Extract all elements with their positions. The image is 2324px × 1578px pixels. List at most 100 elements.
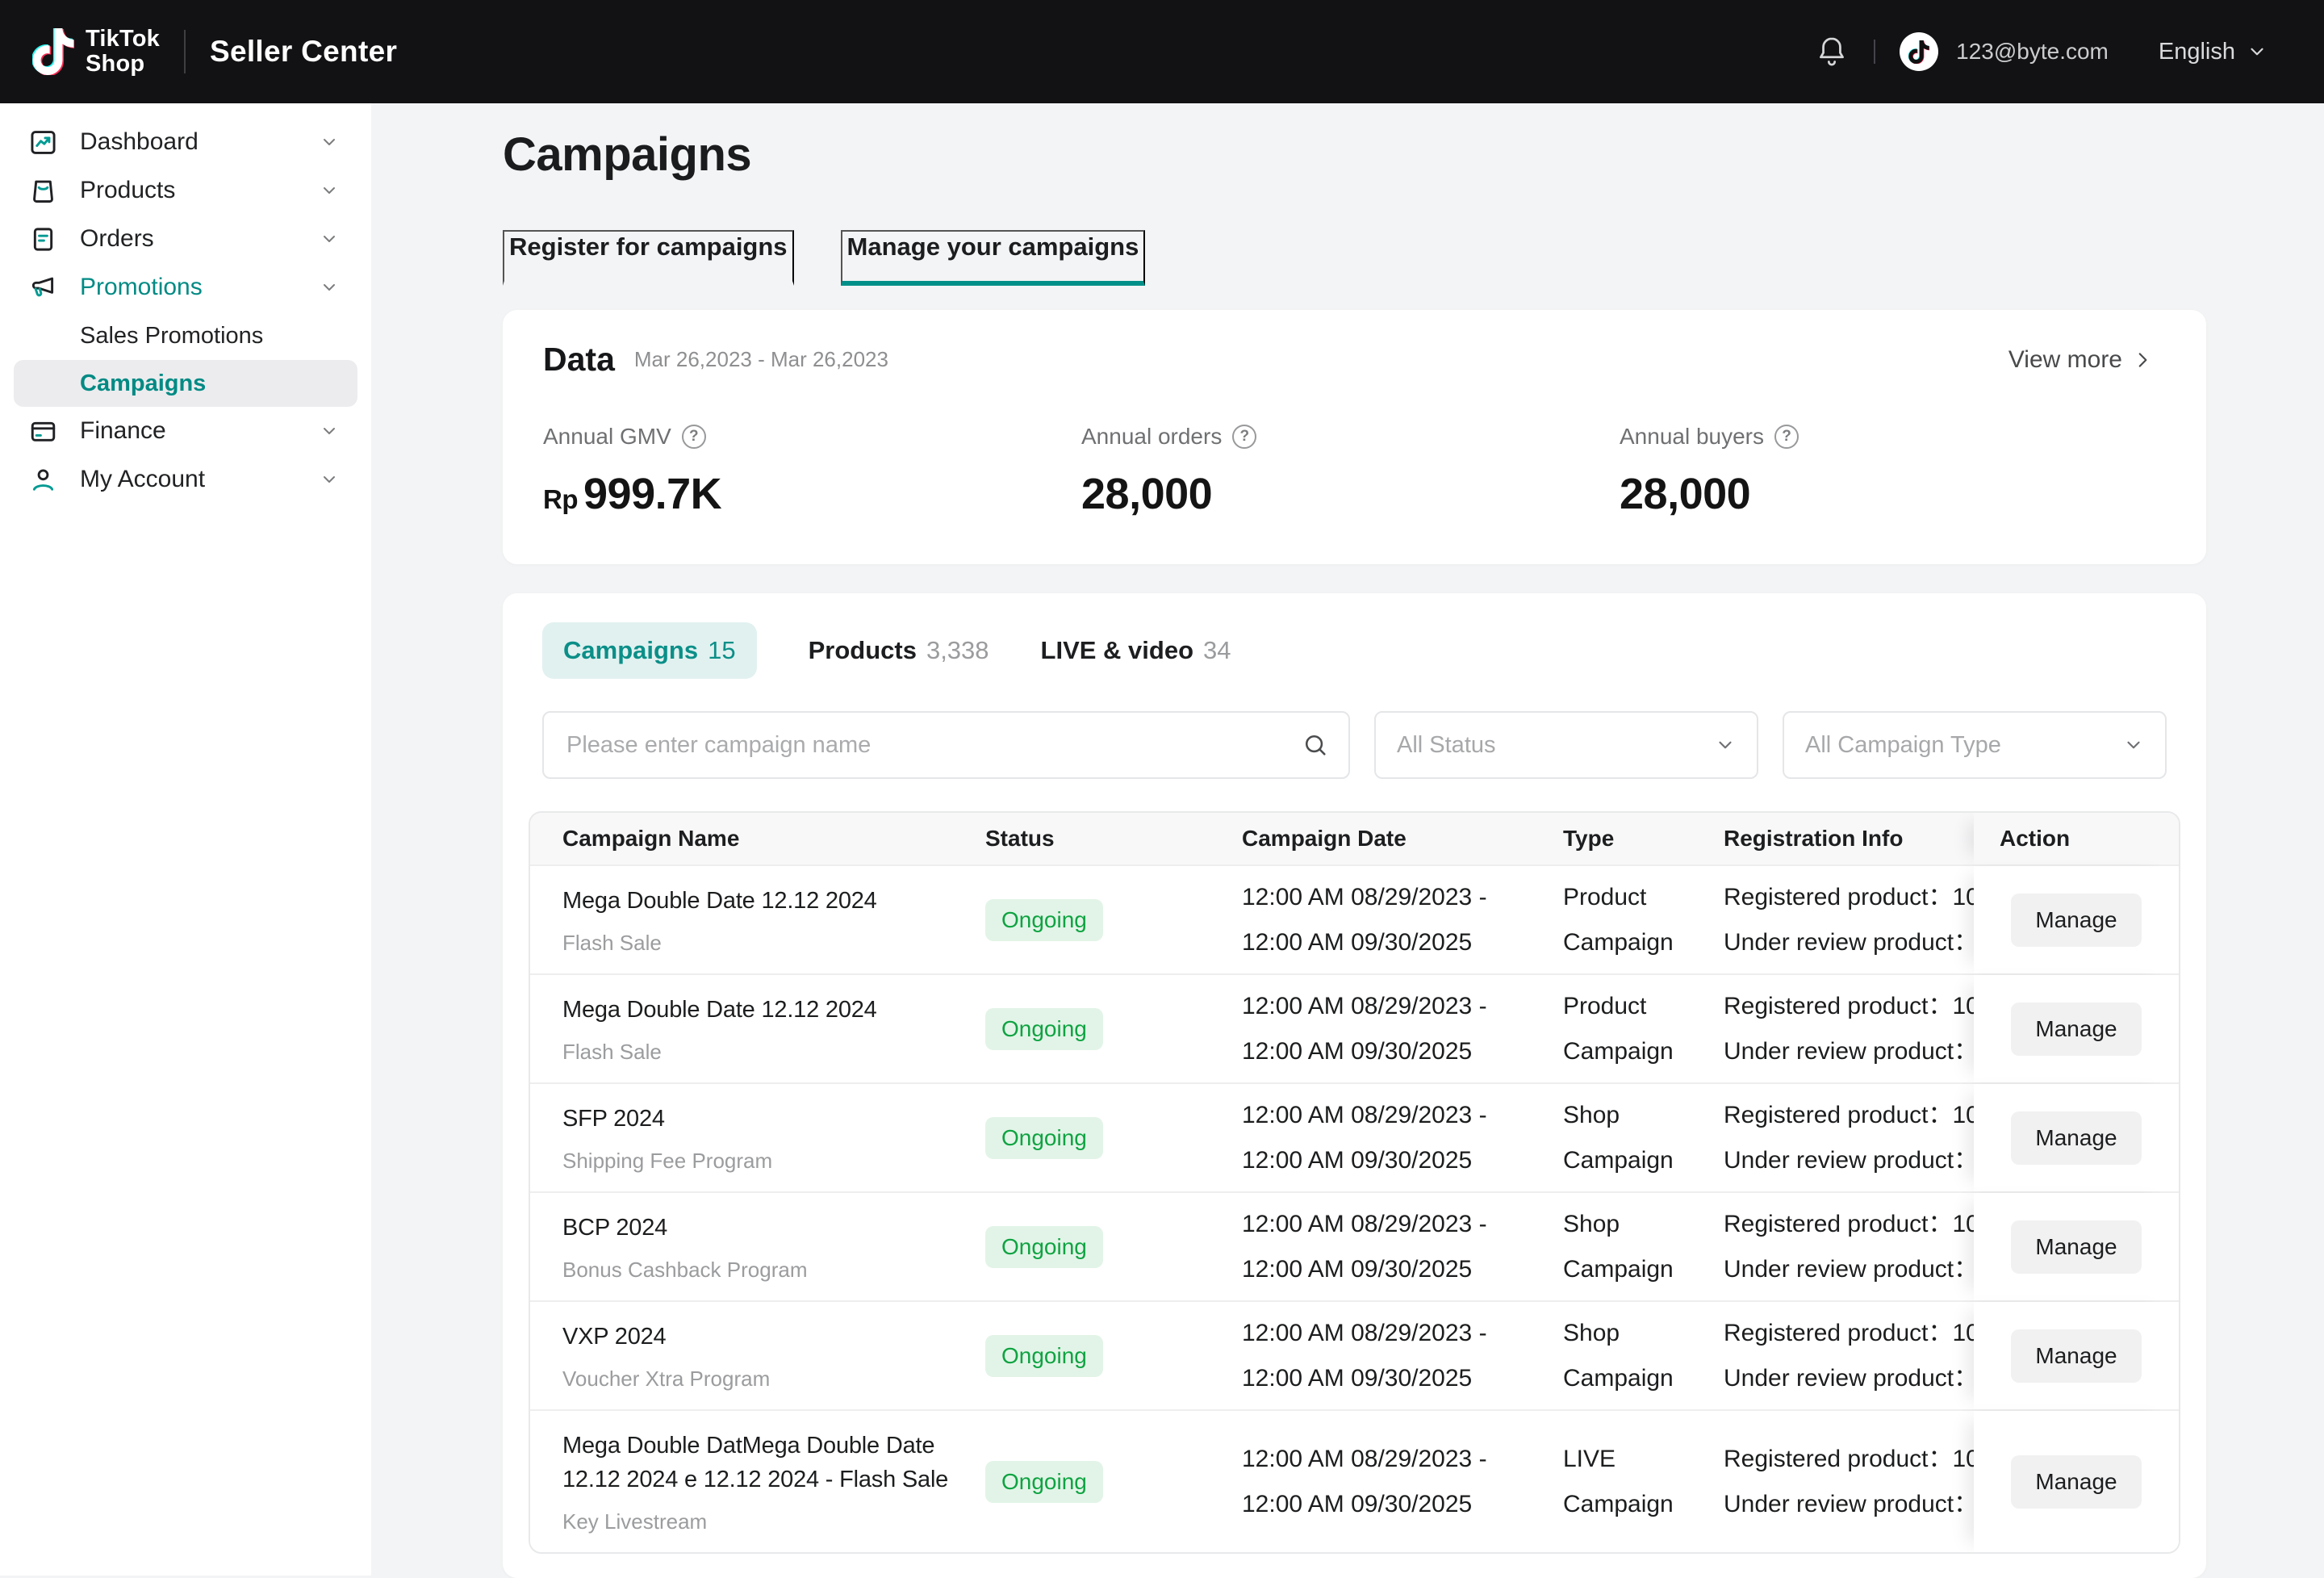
table-row: Mega Double Date 12.12 2024 Flash Sale O… — [530, 864, 2179, 973]
campaign-date: 12:00 AM 08/29/2023 - 12:00 AM 09/30/202… — [1242, 1093, 1563, 1182]
campaign-date: 12:00 AM 08/29/2023 - 12:00 AM 09/30/202… — [1242, 1202, 1563, 1291]
sidebar-subitem-label: Campaigns — [80, 370, 206, 397]
sidebar-item-finance[interactable]: Finance — [0, 407, 371, 455]
tab-products[interactable]: Products 3,338 — [809, 622, 989, 679]
metric-label: Annual orders — [1081, 424, 1222, 450]
status-badge: Ongoing — [985, 1008, 1103, 1050]
product-title: Seller Center — [210, 35, 397, 69]
tab-count: 15 — [708, 636, 735, 665]
chevron-down-icon — [320, 229, 339, 249]
bell-icon — [1814, 34, 1850, 69]
campaign-date: 12:00 AM 08/29/2023 - 12:00 AM 09/30/202… — [1242, 875, 1563, 965]
language-selector[interactable]: English — [2154, 38, 2272, 66]
tab-register-for-campaigns[interactable]: Register for campaigns — [503, 230, 794, 286]
account-menu[interactable]: 123@byte.com — [1900, 32, 2109, 71]
manage-button[interactable]: Manage — [2011, 1220, 2141, 1274]
campaign-subtitle: Flash Sale — [562, 1040, 982, 1065]
sidebar-item-label: Products — [80, 177, 175, 204]
column-action: Action — [1974, 813, 2179, 864]
status-badge: Ongoing — [985, 1117, 1103, 1159]
campaign-date: 12:00 AM 08/29/2023 - 12:00 AM 09/30/202… — [1242, 1437, 1563, 1526]
registration-info: Registered product：100 Under review prod… — [1724, 984, 1974, 1074]
sidebar-item-label: Orders — [80, 225, 154, 253]
filter-row: All Status All Campaign Type — [542, 711, 2167, 779]
sidebar: Dashboard Products — [0, 103, 371, 1576]
help-icon[interactable]: ? — [1232, 425, 1256, 449]
sidebar-item-sales-promotions[interactable]: Sales Promotions — [0, 312, 371, 360]
orders-icon — [28, 224, 58, 254]
table-row: Mega Double Date 12.12 2024 Flash Sale O… — [530, 973, 2179, 1082]
search-input[interactable] — [542, 711, 1350, 779]
sidebar-item-promotions[interactable]: Promotions — [0, 263, 371, 312]
table-row: VXP 2024 Voucher Xtra Program Ongoing 12… — [530, 1300, 2179, 1409]
data-card: Data Mar 26,2023 - Mar 26,2023 View more… — [503, 310, 2206, 564]
campaign-name: BCP 2024 — [562, 1211, 982, 1245]
page-title: Campaigns — [503, 128, 2206, 182]
tab-live-video[interactable]: LIVE & video 34 — [1041, 622, 1231, 679]
help-icon[interactable]: ? — [682, 425, 706, 449]
manage-button[interactable]: Manage — [2011, 894, 2141, 947]
campaign-type: Product Campaign — [1563, 875, 1724, 965]
campaign-name: Mega Double DatMega Double Date 12.12 20… — [562, 1429, 982, 1496]
status-badge: Ongoing — [985, 1335, 1103, 1377]
metric-annual-orders: Annual orders ? 28,000 — [1081, 424, 1620, 519]
campaign-type: Shop Campaign — [1563, 1202, 1724, 1291]
metric-value: 28,000 — [1620, 469, 2158, 519]
campaign-type: Shop Campaign — [1563, 1311, 1724, 1400]
tab-campaigns[interactable]: Campaigns 15 — [542, 622, 757, 679]
notifications-button[interactable] — [1814, 34, 1850, 69]
chevron-right-icon — [2132, 350, 2153, 370]
campaign-name: Mega Double Date 12.12 2024 — [562, 884, 982, 918]
sidebar-item-label: Finance — [80, 417, 166, 445]
campaign-type-filter[interactable]: All Campaign Type — [1783, 711, 2167, 779]
view-more-link[interactable]: View more — [2004, 345, 2158, 375]
sidebar-item-my-account[interactable]: My Account — [0, 455, 371, 504]
campaign-type-filter-value: All Campaign Type — [1805, 732, 2001, 759]
top-bar: TikTok Shop Seller Center 12 — [0, 0, 2324, 103]
campaign-search — [542, 711, 1350, 779]
sidebar-item-products[interactable]: Products — [0, 166, 371, 215]
campaigns-table: Campaign Name Status Campaign Date Type … — [529, 811, 2180, 1554]
finance-icon — [28, 416, 58, 446]
metric-value: Rp 999.7K — [543, 469, 1081, 519]
data-date-range: Mar 26,2023 - Mar 26,2023 — [634, 347, 888, 372]
registration-info: Registered product：100 Under review prod… — [1724, 1093, 1974, 1182]
manage-button[interactable]: Manage — [2011, 1111, 2141, 1165]
campaign-type: Product Campaign — [1563, 984, 1724, 1074]
sidebar-item-label: My Account — [80, 466, 205, 493]
column-campaign-date: Campaign Date — [1242, 826, 1563, 852]
column-status: Status — [985, 826, 1242, 852]
registration-info: Registered product：100 Under review prod… — [1724, 1311, 1974, 1400]
campaign-date: 12:00 AM 08/29/2023 - 12:00 AM 09/30/202… — [1242, 1311, 1563, 1400]
registration-info: Registered product：100 Under review prod… — [1724, 875, 1974, 965]
top-bar-divider — [1874, 40, 1875, 64]
brand-wordmark: TikTok Shop — [86, 27, 160, 77]
metric-value: 28,000 — [1081, 469, 1620, 519]
column-campaign-name: Campaign Name — [530, 826, 985, 852]
campaign-name: Mega Double Date 12.12 2024 — [562, 993, 982, 1027]
manage-button[interactable]: Manage — [2011, 1002, 2141, 1056]
dashboard-icon — [28, 128, 58, 157]
language-label: English — [2159, 39, 2235, 65]
campaign-subtitle: Flash Sale — [562, 931, 982, 956]
sidebar-item-orders[interactable]: Orders — [0, 215, 371, 263]
status-filter[interactable]: All Status — [1374, 711, 1758, 779]
manage-button[interactable]: Manage — [2011, 1455, 2141, 1509]
currency-prefix: Rp — [543, 484, 578, 515]
campaign-subtitle: Bonus Cashback Program — [562, 1258, 982, 1283]
registration-info: Registered product：100 Under review prod… — [1724, 1202, 1974, 1291]
help-icon[interactable]: ? — [1774, 425, 1799, 449]
tiktok-logo-icon — [32, 28, 74, 75]
tab-manage-your-campaigns[interactable]: Manage your campaigns — [841, 230, 1146, 286]
status-badge: Ongoing — [985, 899, 1103, 941]
sidebar-item-campaigns[interactable]: Campaigns — [14, 360, 357, 407]
status-filter-value: All Status — [1397, 732, 1496, 759]
sidebar-item-dashboard[interactable]: Dashboard — [0, 118, 371, 166]
manage-button[interactable]: Manage — [2011, 1329, 2141, 1383]
chevron-down-icon — [2123, 735, 2144, 756]
entity-tabs: Campaigns 15 Products 3,338 LIVE & video… — [542, 622, 2167, 679]
chevron-down-icon — [320, 421, 339, 441]
table-row: SFP 2024 Shipping Fee Program Ongoing 12… — [530, 1082, 2179, 1191]
campaign-name: SFP 2024 — [562, 1102, 982, 1136]
chevron-down-icon — [320, 181, 339, 200]
